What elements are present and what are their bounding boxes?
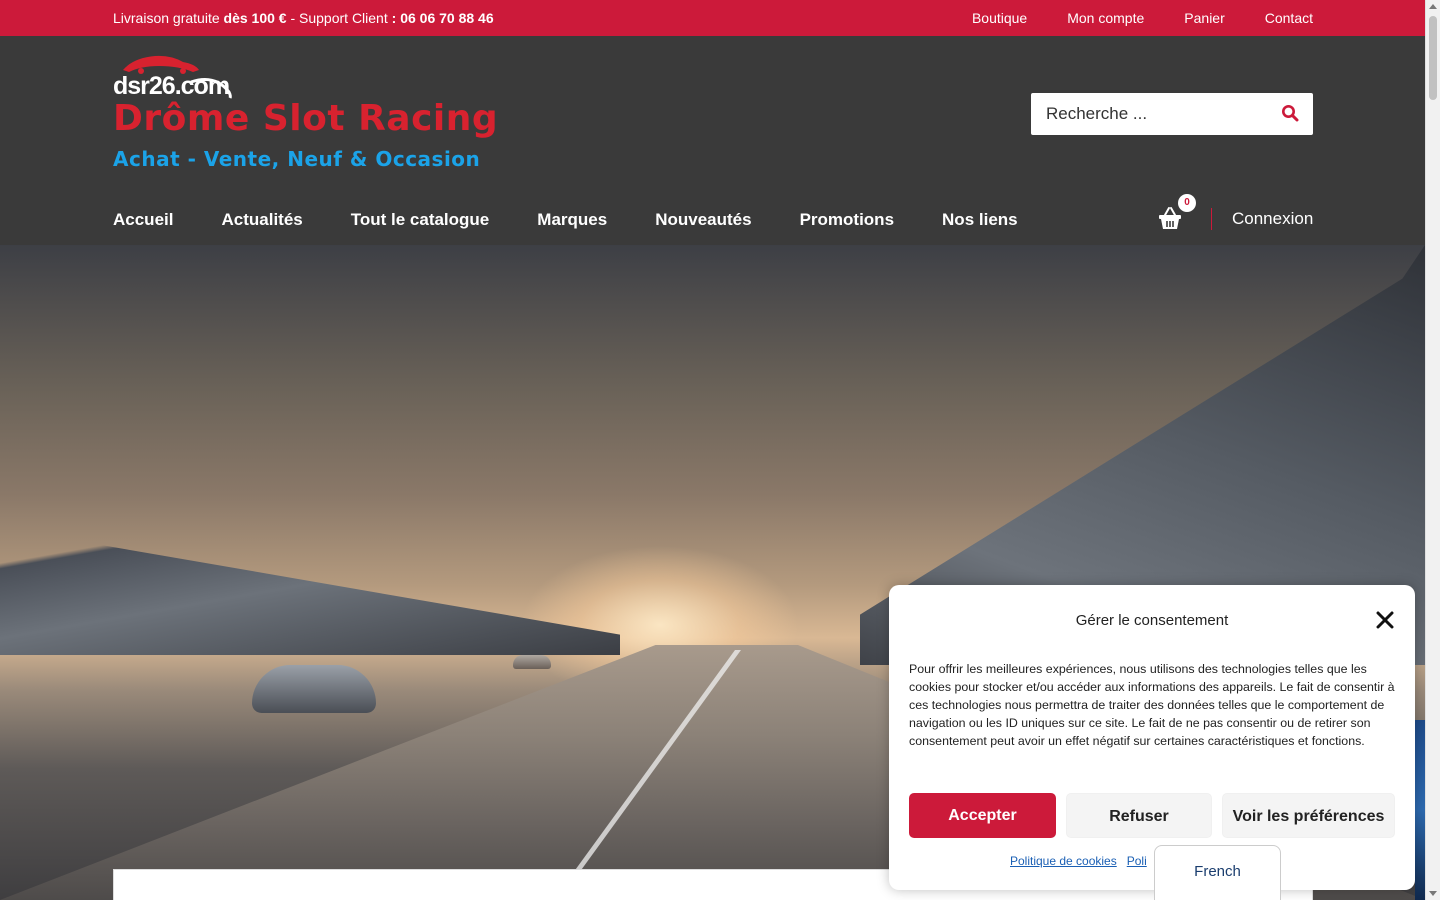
consent-title: Gérer le consentement	[1075, 612, 1229, 629]
cart-count-badge: 0	[1178, 194, 1196, 212]
consent-dialog: Gérer le consentement Pour offrir les me…	[889, 585, 1415, 890]
top-bar: Livraison gratuite dès 100 € - Support C…	[0, 0, 1425, 36]
consent-links: Politique de cookies Poli	[1010, 854, 1147, 868]
top-bar-links: Boutique Mon compte Panier Contact	[972, 10, 1313, 26]
top-link-account[interactable]: Mon compte	[1067, 10, 1144, 26]
cookie-policy-link[interactable]: Politique de cookies	[1010, 854, 1117, 868]
hero-grandstand-left	[0, 527, 620, 655]
page-scrollbar[interactable]	[1425, 0, 1440, 900]
nav-item-promotions[interactable]: Promotions	[800, 210, 894, 230]
site-title[interactable]: Drôme Slot Racing	[113, 98, 498, 139]
shipping-amount: dès 100 €	[223, 10, 287, 26]
logo-text: dsr26.com	[113, 72, 230, 100]
site-subtitle: Achat - Vente, Neuf & Occasion	[113, 147, 481, 171]
top-link-cart[interactable]: Panier	[1184, 10, 1224, 26]
search-icon[interactable]	[1281, 104, 1299, 122]
search-input[interactable]	[1046, 93, 1276, 135]
nav-item-actualites[interactable]: Actualités	[221, 210, 302, 230]
privacy-policy-link[interactable]: Poli	[1127, 854, 1147, 868]
hero-race-car-distant	[513, 655, 551, 669]
main-nav: Accueil Actualités Tout le catalogue Mar…	[113, 210, 1018, 230]
top-link-boutique[interactable]: Boutique	[972, 10, 1027, 26]
basket-icon[interactable]	[1157, 205, 1183, 231]
nav-item-catalogue[interactable]: Tout le catalogue	[351, 210, 490, 230]
scroll-up-icon[interactable]	[1429, 4, 1437, 9]
support-label: - Support Client	[286, 10, 392, 26]
top-link-contact[interactable]: Contact	[1265, 10, 1313, 26]
refuse-button[interactable]: Refuser	[1066, 793, 1212, 838]
hero-race-car	[252, 665, 376, 713]
shipping-text: Livraison gratuite	[113, 10, 224, 26]
nav-item-accueil[interactable]: Accueil	[113, 210, 173, 230]
accept-button[interactable]: Accepter	[909, 793, 1056, 838]
site-logo[interactable]: dsr26.com	[113, 52, 233, 100]
search-box	[1031, 93, 1313, 135]
language-switcher[interactable]: French	[1154, 845, 1281, 900]
site-header: dsr26.com Drôme Slot Racing Achat - Vent…	[0, 36, 1425, 245]
nav-item-liens[interactable]: Nos liens	[942, 210, 1018, 230]
view-preferences-button[interactable]: Voir les préférences	[1222, 793, 1395, 838]
scroll-down-icon[interactable]	[1429, 891, 1437, 896]
login-link[interactable]: Connexion	[1232, 209, 1313, 229]
top-bar-info: Livraison gratuite dès 100 € - Support C…	[113, 10, 494, 26]
scroll-thumb[interactable]	[1429, 16, 1437, 100]
side-banner-edge	[1415, 720, 1425, 900]
nav-item-nouveautes[interactable]: Nouveautés	[655, 210, 751, 230]
support-phone: : 06 06 70 88 46	[391, 10, 494, 26]
header-divider	[1211, 208, 1212, 230]
consent-body: Pour offrir les meilleures expériences, …	[909, 662, 1395, 748]
nav-item-marques[interactable]: Marques	[537, 210, 607, 230]
close-icon[interactable]	[1376, 611, 1394, 629]
